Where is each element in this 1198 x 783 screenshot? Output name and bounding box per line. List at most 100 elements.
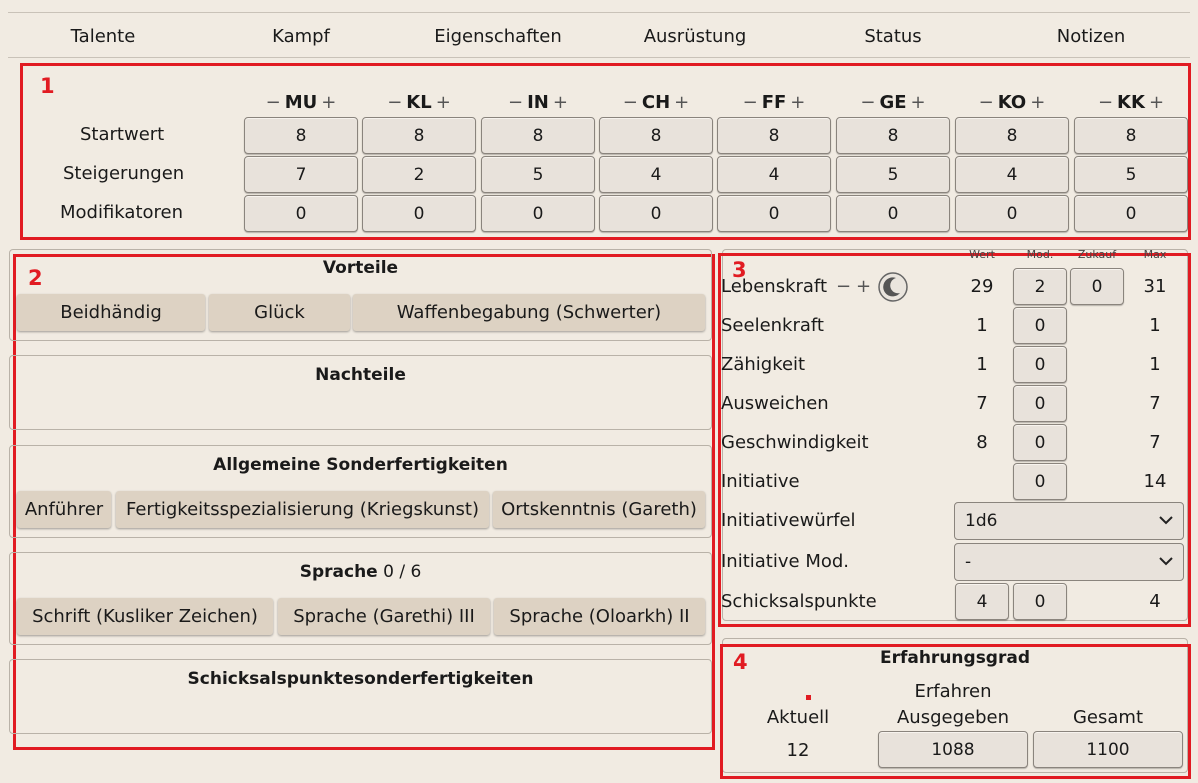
sprache-tag[interactable]: Sprache (Garethi) III xyxy=(278,598,490,635)
attribute-decrease-button[interactable]: − xyxy=(743,92,758,113)
label-startwert: Startwert xyxy=(80,124,165,145)
attribute-steigerungen-field[interactable]: 4 xyxy=(599,156,713,193)
tab-talente[interactable]: Talente xyxy=(43,26,163,47)
attribute-decrease-button[interactable]: − xyxy=(387,92,402,113)
attribute-modifikatoren-field[interactable]: 0 xyxy=(836,195,950,232)
attribute-name: KK xyxy=(1117,92,1145,113)
sonderfertigkeit-tag[interactable]: Ortskenntnis (Gareth) xyxy=(493,491,705,528)
attribute-startwert-field[interactable]: 8 xyxy=(481,117,595,154)
attribute-modifikatoren-field[interactable]: 0 xyxy=(717,195,831,232)
attribute-startwert-field[interactable]: 8 xyxy=(836,117,950,154)
attribute-steigerungen-field[interactable]: 4 xyxy=(717,156,831,193)
tab-ausruestung[interactable]: Ausrüstung xyxy=(620,26,770,47)
schicksal-sf-title: Schicksalspunktesonderfertigkeiten xyxy=(187,669,534,689)
attribute-modifikatoren-field[interactable]: 0 xyxy=(599,195,713,232)
attribute-modifikatoren-field[interactable]: 0 xyxy=(244,195,358,232)
ausweichen-label: Ausweichen xyxy=(721,393,829,414)
erfahrung-title: Erfahrungsgrad xyxy=(879,648,1031,668)
attribute-increase-button[interactable]: + xyxy=(674,92,689,113)
ausweichen-wert: 7 xyxy=(976,393,988,414)
vorteil-tag[interactable]: Waffenbegabung (Schwerter) xyxy=(353,294,705,331)
sprache-count: 0 / 6 xyxy=(383,562,422,582)
header-mod: Mod. xyxy=(1026,250,1054,261)
lebenskraft-label: Lebenskraft xyxy=(721,276,828,297)
lebenskraft-plus[interactable]: + xyxy=(856,276,871,297)
sonderfertigkeit-tag[interactable]: Fertigkeitsspezialisierung (Kriegskunst) xyxy=(116,491,489,528)
initiative-mod-select[interactable]: - xyxy=(954,543,1184,581)
attribute-startwert-field[interactable]: 8 xyxy=(1074,117,1188,154)
red-dot xyxy=(806,695,811,700)
initiative-mod-value: - xyxy=(965,552,972,572)
attribute-steigerungen-field[interactable]: 5 xyxy=(481,156,595,193)
attribute-startwert-field[interactable]: 8 xyxy=(955,117,1069,154)
attribute-increase-button[interactable]: + xyxy=(321,92,336,113)
sprache-tag[interactable]: Sprache (Oloarkh) II xyxy=(494,598,705,635)
attribute-name: IN xyxy=(527,92,549,113)
attribute-header: − GE + xyxy=(836,92,950,113)
seelenkraft-mod[interactable]: 0 xyxy=(1013,307,1067,344)
lebenskraft-minus[interactable]: − xyxy=(836,276,851,297)
attribute-decrease-button[interactable]: − xyxy=(1098,92,1113,113)
initiative-mod-label: Initiative Mod. xyxy=(721,551,850,572)
attribute-modifikatoren-field[interactable]: 0 xyxy=(481,195,595,232)
ausgegeben-field[interactable]: 1088 xyxy=(878,731,1028,768)
attribute-steigerungen-field[interactable]: 2 xyxy=(362,156,476,193)
attribute-modifikatoren-field[interactable]: 0 xyxy=(1074,195,1188,232)
attribute-increase-button[interactable]: + xyxy=(1149,92,1164,113)
attribute-increase-button[interactable]: + xyxy=(1030,92,1045,113)
moon-icon[interactable] xyxy=(877,271,909,303)
attribute-decrease-button[interactable]: − xyxy=(979,92,994,113)
attribute-modifikatoren-field[interactable]: 0 xyxy=(955,195,1069,232)
zaehigkeit-mod[interactable]: 0 xyxy=(1013,346,1067,383)
attribute-header: − IN + xyxy=(481,92,595,113)
schicksalspunkte-label: Schicksalspunkte xyxy=(721,591,877,612)
tab-eigenschaften[interactable]: Eigenschaften xyxy=(423,26,573,47)
attribute-decrease-button[interactable]: − xyxy=(623,92,638,113)
attribute-name: CH xyxy=(641,92,671,113)
attribute-startwert-field[interactable]: 8 xyxy=(362,117,476,154)
sonderfertigkeit-tag[interactable]: Anführer xyxy=(17,491,111,528)
geschwindigkeit-mod[interactable]: 0 xyxy=(1013,424,1067,461)
attribute-startwert-field[interactable]: 8 xyxy=(717,117,831,154)
tab-kampf[interactable]: Kampf xyxy=(241,26,361,47)
attribute-steigerungen-field[interactable]: 5 xyxy=(836,156,950,193)
attribute-increase-button[interactable]: + xyxy=(911,92,926,113)
attribute-decrease-button[interactable]: − xyxy=(860,92,875,113)
attribute-header: − KL + xyxy=(362,92,476,113)
lebenskraft-zukauf[interactable]: 0 xyxy=(1070,268,1124,305)
sprache-tag[interactable]: Schrift (Kusliker Zeichen) xyxy=(17,598,273,635)
attribute-decrease-button[interactable]: − xyxy=(508,92,523,113)
tab-status[interactable]: Status xyxy=(833,26,953,47)
vorteil-tag[interactable]: Beidhändig xyxy=(17,294,205,331)
ausweichen-mod[interactable]: 0 xyxy=(1013,385,1067,422)
chevron-down-icon xyxy=(1159,557,1173,566)
initiativewuerfel-select[interactable]: 1d6 xyxy=(954,502,1184,540)
attribute-increase-button[interactable]: + xyxy=(790,92,805,113)
chevron-down-icon xyxy=(1159,516,1173,525)
lebenskraft-mod[interactable]: 2 xyxy=(1013,268,1067,305)
header-max: Max xyxy=(1143,250,1167,261)
attribute-startwert-field[interactable]: 8 xyxy=(244,117,358,154)
aktuell-value: 12 xyxy=(786,740,810,761)
geschwindigkeit-label: Geschwindigkeit xyxy=(721,432,869,453)
initiative-mod[interactable]: 0 xyxy=(1013,463,1067,500)
schicksalspunkte-wert[interactable]: 4 xyxy=(955,583,1009,620)
label-steigerungen: Steigerungen xyxy=(63,163,185,184)
tab-notizen[interactable]: Notizen xyxy=(1031,26,1151,47)
attribute-increase-button[interactable]: + xyxy=(436,92,451,113)
vorteil-tag[interactable]: Glück xyxy=(209,294,350,331)
attribute-decrease-button[interactable]: − xyxy=(266,92,281,113)
nachteile-title: Nachteile xyxy=(315,365,406,385)
initiative-label: Initiative xyxy=(721,471,800,492)
seelenkraft-label: Seelenkraft xyxy=(721,315,824,336)
attribute-startwert-field[interactable]: 8 xyxy=(599,117,713,154)
attribute-steigerungen-field[interactable]: 5 xyxy=(1074,156,1188,193)
sprache-title: Sprache 0 / 6 xyxy=(9,562,712,582)
initiativewuerfel-value: 1d6 xyxy=(965,511,998,531)
attribute-steigerungen-field[interactable]: 4 xyxy=(955,156,1069,193)
gesamt-field[interactable]: 1100 xyxy=(1033,731,1183,768)
schicksalspunkte-mod[interactable]: 0 xyxy=(1013,583,1067,620)
attribute-steigerungen-field[interactable]: 7 xyxy=(244,156,358,193)
attribute-modifikatoren-field[interactable]: 0 xyxy=(362,195,476,232)
attribute-increase-button[interactable]: + xyxy=(553,92,568,113)
